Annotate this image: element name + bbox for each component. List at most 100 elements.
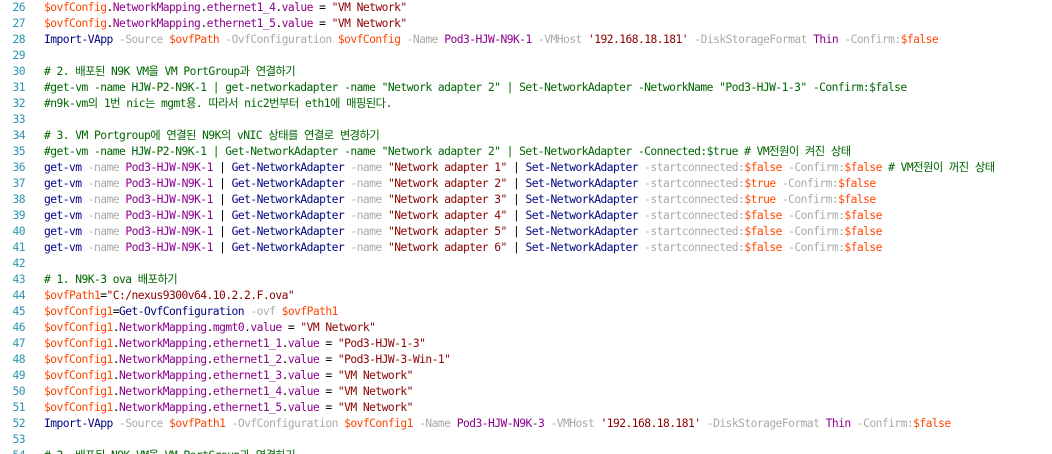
code-token: -OvfConfiguration	[225, 33, 332, 46]
line-number: 47	[12, 337, 25, 350]
code-token: $false	[900, 33, 939, 46]
code-token: "VM Network"	[300, 321, 376, 334]
code-token: "Network adapter 1"	[387, 161, 507, 174]
code-token: "VM Network"	[337, 401, 414, 414]
code-token: $false	[744, 209, 782, 222]
code-token: |	[212, 209, 232, 222]
code-text: # 3. VM Portgroup에 연결된 N9K의 vNIC 상태를 연결로…	[44, 128, 380, 144]
code-token: Set-NetworkAdapter	[525, 161, 639, 174]
code-token: -name	[87, 161, 120, 174]
code-token: -Confirm:	[788, 209, 845, 222]
code-text: $ovfConfig1.NetworkMapping.ethernet1_4.v…	[44, 384, 413, 400]
code-text: #get-vm -name HJW-P2-N9K-1 | Get-Network…	[44, 144, 851, 160]
code-token: get-vm	[44, 209, 82, 222]
code-token: "Network adapter 6"	[387, 241, 507, 254]
line-number: 50	[12, 385, 25, 398]
code-token: $ovfConfig	[44, 1, 107, 14]
code-token: Pod3-HJW-N9K-1	[125, 209, 213, 222]
line-number: 29	[12, 49, 25, 62]
code-token: -name	[87, 225, 120, 238]
code-token: -name	[87, 209, 120, 222]
code-token: "VM Network"	[337, 369, 414, 382]
code-token: -Confirm:	[788, 241, 845, 254]
line-number: 53	[12, 433, 25, 446]
line-number: 37	[12, 177, 25, 190]
code-token: $ovfConfig1	[44, 369, 113, 382]
code-token: $ovfPath1	[44, 289, 101, 302]
code-token: -startconnected:	[644, 193, 745, 206]
code-token: # 2. 배포된 N9K VM을 VM PortGroup과 연결하기	[44, 449, 296, 454]
code-token: -Confirm:	[788, 225, 845, 238]
code-token: Get-NetworkAdapter	[231, 225, 345, 238]
code-token: |	[506, 225, 526, 238]
code-token: $false	[744, 225, 782, 238]
code-token: -startconnected:	[644, 241, 745, 254]
code-token: $false	[838, 193, 876, 206]
code-token: $false	[844, 161, 882, 174]
code-token: Get-NetworkAdapter	[231, 161, 345, 174]
code-token: $ovfConfig1	[344, 417, 413, 430]
code-token: Import-VApp	[44, 417, 113, 430]
code-token: # 2. 배포된 N9K VM을 VM PortGroup과 연결하기	[44, 65, 296, 78]
code-token: "VM Network"	[337, 385, 414, 398]
code-text: $ovfConfig1.NetworkMapping.mgmt0.value =…	[44, 320, 376, 336]
code-token: Pod3-HJW-N9K-1	[125, 225, 213, 238]
code-token: -startconnected:	[644, 209, 745, 222]
code-token: -DiskStorageFormat	[694, 33, 807, 46]
code-token: NetworkMapping	[119, 385, 207, 398]
code-token: #get-vm -name HJW-P2-N9K-1 | get-network…	[44, 81, 907, 94]
code-token: -Confirm:	[856, 417, 914, 430]
code-token: $false	[744, 161, 782, 174]
code-token: Pod3-HJW-N9K-1	[444, 33, 532, 46]
code-token: |	[506, 193, 526, 206]
code-token: value	[281, 17, 314, 30]
line-number: 51	[12, 401, 25, 414]
code-token: get-vm	[44, 161, 82, 174]
code-token: -Name	[406, 33, 439, 46]
code-token: value	[250, 321, 282, 334]
code-token: =	[312, 17, 332, 30]
code-token: -startconnected:	[644, 177, 745, 190]
code-text: $ovfConfig1.NetworkMapping.ethernet1_1.v…	[44, 336, 426, 352]
code-token: -name	[87, 241, 120, 254]
code-token: -Name	[419, 417, 451, 430]
code-token: Set-NetworkAdapter	[525, 177, 639, 190]
code-token: get-vm	[44, 193, 82, 206]
code-token: Pod3-HJW-N9K-1	[125, 161, 213, 174]
code-token: value	[287, 353, 320, 366]
code-token: =	[319, 369, 338, 382]
code-token: -VMHost	[538, 33, 582, 46]
script-editor[interactable]: 26 $ovfConfig.NetworkMapping.ethernet1_4.…	[0, 0, 1052, 454]
line-number: 46	[12, 321, 25, 334]
code-token: # VM전원이 꺼진 상태	[888, 161, 995, 174]
code-text: get-vm -name Pod3-HJW-N9K-1 | Get-Networ…	[44, 160, 995, 176]
code-token: -startconnected:	[644, 161, 745, 174]
code-token: -Confirm:	[844, 33, 901, 46]
code-token: mgmt0	[212, 321, 245, 334]
line-number: 30	[12, 65, 25, 78]
code-token: -name	[350, 209, 382, 222]
code-token: |	[212, 177, 232, 190]
line-number: 45	[12, 305, 25, 318]
code-token: NetworkMapping	[119, 321, 207, 334]
code-token: Set-NetworkAdapter	[525, 225, 639, 238]
code-token: $ovfConfig1	[44, 337, 113, 350]
code-token: ethernet1_1	[212, 337, 282, 350]
code-token: NetworkMapping	[119, 337, 207, 350]
code-text: # 2. 배포된 N9K VM을 VM PortGroup과 연결하기	[44, 448, 296, 454]
code-token: -name	[350, 161, 382, 174]
code-text: Import-VApp -Source $ovfPath -OvfConfigu…	[44, 32, 939, 48]
line-number: 49	[12, 369, 25, 382]
code-token: value	[281, 1, 314, 14]
code-token: -OvfConfiguration	[231, 417, 339, 430]
code-text: $ovfConfig1=Get-OvfConfiguration -ovf $o…	[44, 304, 338, 320]
code-token: $ovfConfig1	[44, 385, 113, 398]
code-token: Get-NetworkAdapter	[231, 177, 345, 190]
code-token: -VMHost	[550, 417, 595, 430]
code-token: =	[319, 401, 338, 414]
code-text: Import-VApp -Source $ovfPath1 -OvfConfig…	[44, 416, 951, 432]
code-token: NetworkMapping	[112, 1, 201, 14]
code-token: |	[506, 241, 526, 254]
code-token: "Network adapter 3"	[387, 193, 507, 206]
line-number: 40	[12, 225, 25, 238]
